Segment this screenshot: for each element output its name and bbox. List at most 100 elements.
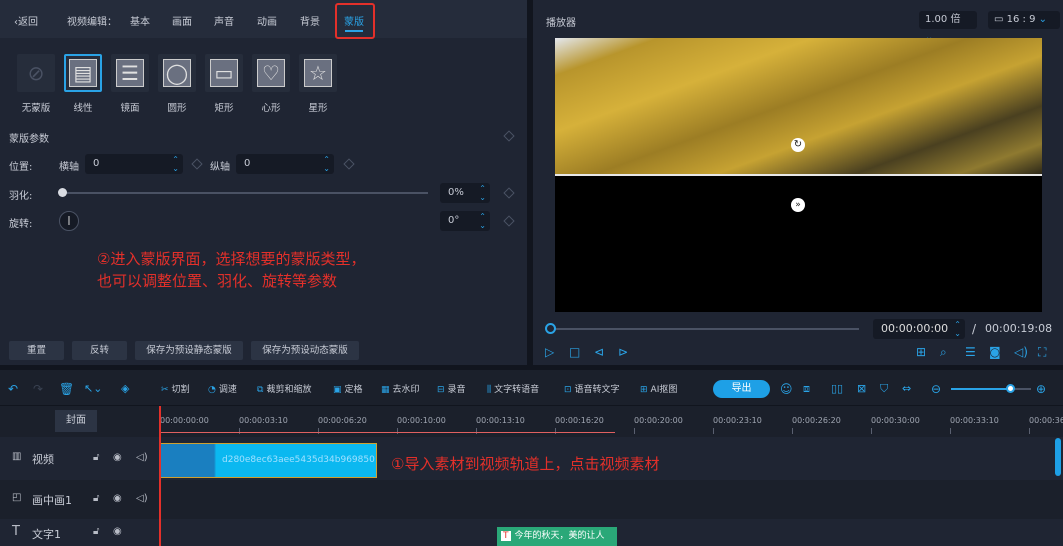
stepper-icon[interactable]: ⌃ ⌄ bbox=[172, 155, 179, 173]
video-preview[interactable]: ↻ » bbox=[555, 38, 1042, 312]
ratio-dropdown[interactable]: ▭ 16 : 9 ⌄ bbox=[988, 11, 1060, 29]
export-button[interactable]: 导出 bbox=[713, 380, 770, 398]
time-ruler[interactable] bbox=[160, 406, 1063, 434]
lock-icon[interactable]: 🔓︎ bbox=[93, 452, 99, 463]
tool-cut[interactable]: ✂ 切割 bbox=[161, 382, 190, 395]
speed-dropdown[interactable]: 1.00 倍 ⌄ bbox=[919, 11, 977, 43]
tick-mark bbox=[1029, 428, 1030, 434]
mask-option-mirror[interactable]: ☰ bbox=[111, 54, 149, 92]
tool-record[interactable]: ⊟ 录音 bbox=[437, 382, 466, 395]
volume-icon[interactable]: ◁) bbox=[136, 452, 148, 463]
rotate-value: 0° bbox=[448, 215, 460, 226]
annotation-line: 也可以调整位置、羽化、旋转等参数 bbox=[97, 272, 338, 290]
keyframe-icon[interactable] bbox=[343, 158, 355, 170]
shield-icon[interactable]: ⛉ bbox=[880, 382, 888, 396]
playback-progress[interactable] bbox=[551, 328, 859, 330]
reset-button[interactable]: 重置 bbox=[9, 341, 64, 360]
tool-speed[interactable]: ◔ 调速 bbox=[208, 382, 237, 395]
rotate-input[interactable]: 0° ⌃ ⌄ bbox=[440, 211, 490, 231]
select-tool-icon[interactable]: ↖⌄ bbox=[84, 382, 102, 395]
mask-option-none[interactable]: ⊘ bbox=[17, 54, 55, 92]
tick-mark bbox=[476, 428, 477, 434]
eye-icon[interactable]: ◉ bbox=[113, 493, 122, 504]
split-icon[interactable]: ▯▯ bbox=[831, 382, 843, 395]
tick-mark bbox=[713, 428, 714, 434]
rotate-handle-icon[interactable]: ↻ bbox=[791, 138, 805, 152]
fullscreen-icon[interactable]: ⛶ bbox=[1038, 345, 1046, 360]
tab-picture[interactable]: 画面 bbox=[172, 13, 192, 28]
tool-label: 裁剪和缩放 bbox=[266, 385, 312, 395]
eye-icon[interactable]: ◉ bbox=[113, 452, 122, 463]
tool-speech-to-text[interactable]: ⊡ 语音转文字 bbox=[564, 382, 620, 395]
mask-label: 圆形 bbox=[167, 103, 187, 114]
tool-crop-zoom[interactable]: ⧉ 裁剪和缩放 bbox=[257, 382, 311, 395]
merge-icon[interactable]: ⧈ bbox=[803, 382, 810, 396]
tool-remove-watermark[interactable]: ▦ 去水印 bbox=[381, 382, 420, 395]
prev-frame-icon[interactable]: ⊲ bbox=[594, 345, 604, 359]
fit-icon[interactable]: ⇔ bbox=[902, 382, 911, 395]
lock-icon[interactable]: 🔓︎ bbox=[93, 493, 99, 504]
invert-button[interactable]: 反转 bbox=[72, 341, 127, 360]
zoom-slider-handle[interactable] bbox=[1006, 384, 1015, 393]
current-time: 00:00:00:00 bbox=[881, 322, 949, 335]
feather-handle-icon[interactable]: » bbox=[791, 198, 805, 212]
lock-icon[interactable]: 🔓︎ bbox=[93, 526, 99, 537]
mask-option-heart[interactable]: ♡ bbox=[252, 54, 290, 92]
cover-button[interactable]: 封面 bbox=[55, 410, 97, 432]
keyframe-icon[interactable] bbox=[503, 215, 515, 227]
video-clip[interactable]: d280e8ec63aee5435d34b969850 bbox=[159, 443, 377, 478]
tab-background[interactable]: 背景 bbox=[300, 13, 320, 28]
stepper-icon[interactable]: ⌃ ⌄ bbox=[479, 184, 486, 202]
zoom-out-icon[interactable]: ⊖ bbox=[931, 382, 941, 396]
play-icon[interactable]: ▷ bbox=[545, 345, 554, 359]
mask-option-circle[interactable]: ◯ bbox=[158, 54, 196, 92]
save-dynamic-mask-button[interactable]: 保存为预设动态蒙版 bbox=[251, 341, 359, 360]
tool-ai-matting[interactable]: ⊞ AI抠图 bbox=[640, 382, 677, 395]
progress-handle[interactable] bbox=[545, 323, 556, 334]
tab-basic[interactable]: 基本 bbox=[130, 13, 150, 28]
next-frame-icon[interactable]: ⊳ bbox=[618, 345, 628, 359]
volume-icon[interactable]: ◁) bbox=[136, 493, 148, 504]
keyframe-icon[interactable] bbox=[503, 130, 515, 142]
subtitle-icon[interactable]: ☰ bbox=[965, 345, 976, 359]
tool-freeze[interactable]: ▣ 定格 bbox=[333, 382, 363, 395]
stop-icon[interactable]: □ bbox=[569, 345, 580, 359]
mask-option-linear[interactable]: ▤ bbox=[64, 54, 102, 92]
current-time-input[interactable]: 00:00:00:00 ⌃ ⌄ bbox=[873, 319, 965, 339]
feather-slider[interactable] bbox=[62, 192, 428, 194]
timeline-scrollbar[interactable] bbox=[1055, 438, 1061, 476]
delete-icon[interactable]: 🗑 bbox=[59, 382, 74, 396]
mask-option-star[interactable]: ☆ bbox=[299, 54, 337, 92]
feather-slider-handle[interactable] bbox=[58, 188, 67, 197]
emoji-icon[interactable]: ☺ bbox=[780, 382, 793, 396]
redo-icon[interactable]: ↷ bbox=[33, 382, 43, 396]
keyframe-icon[interactable] bbox=[191, 158, 203, 170]
y-axis-input[interactable]: 0 ⌃ ⌄ bbox=[236, 154, 334, 174]
save-static-mask-button[interactable]: 保存为预设静态蒙版 bbox=[135, 341, 243, 360]
zoom-preview-icon[interactable]: ⌕ bbox=[940, 345, 947, 360]
keyframe-icon[interactable] bbox=[503, 187, 515, 199]
tab-animation[interactable]: 动画 bbox=[257, 13, 277, 28]
stepper-icon[interactable]: ⌃ ⌄ bbox=[479, 212, 486, 230]
undo-icon[interactable]: ↶ bbox=[8, 382, 18, 396]
volume-icon[interactable]: ◁) bbox=[1014, 345, 1028, 359]
eye-icon[interactable]: ◉ bbox=[113, 526, 122, 537]
rotation-dial[interactable]: ǀ bbox=[59, 211, 79, 231]
mask-option-rectangle[interactable]: ▭ bbox=[205, 54, 243, 92]
layout-icon[interactable]: ⊞ bbox=[916, 345, 926, 359]
text-clip[interactable]: T 今年的秋天，美的让人 bbox=[497, 527, 617, 546]
feather-input[interactable]: 0% ⌃ ⌄ bbox=[440, 183, 490, 203]
tool-text-to-speech[interactable]: ⫼ 文字转语音 bbox=[487, 382, 539, 395]
crop-icon[interactable]: ⊠ bbox=[857, 382, 866, 395]
tab-sound[interactable]: 声音 bbox=[214, 13, 234, 28]
playhead[interactable] bbox=[159, 406, 161, 546]
zoom-slider[interactable] bbox=[951, 388, 1031, 390]
keyframe-add-icon[interactable]: ◈ bbox=[121, 382, 129, 395]
stepper-icon[interactable]: ⌃ ⌄ bbox=[323, 155, 330, 173]
zoom-in-icon[interactable]: ⊕ bbox=[1036, 382, 1046, 396]
back-button[interactable]: ‹返回 bbox=[14, 13, 38, 28]
mask-line[interactable] bbox=[555, 174, 1042, 176]
camera-icon[interactable]: ◙ bbox=[989, 345, 1001, 359]
x-axis-input[interactable]: 0 ⌃ ⌄ bbox=[85, 154, 183, 174]
stepper-icon[interactable]: ⌃ ⌄ bbox=[954, 320, 961, 338]
